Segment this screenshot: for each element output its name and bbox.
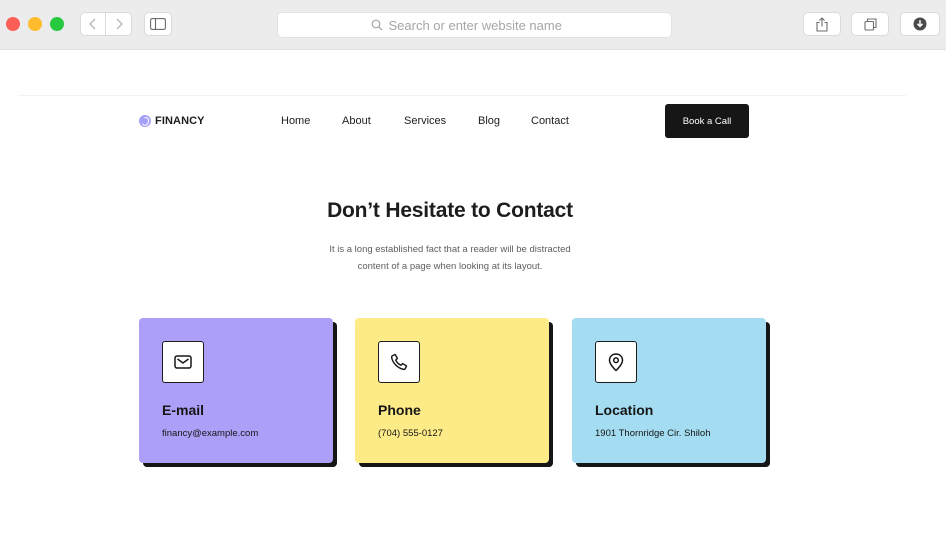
back-icon: [89, 18, 96, 30]
web-page: FINANCY Home About Services Blog Contact…: [0, 51, 946, 538]
logo-text: FINANCY: [155, 115, 205, 127]
map-pin-icon-box: [595, 341, 637, 383]
share-button[interactable]: [803, 12, 841, 36]
download-icon: [913, 17, 927, 31]
address-input[interactable]: [388, 17, 579, 33]
close-window-button[interactable]: [6, 17, 20, 31]
phone-card: Phone (704) 555-0127: [355, 318, 549, 463]
hero-text-line-2: content of a page when looking at its la…: [357, 261, 543, 272]
phone-value[interactable]: (704) 555-0127: [378, 428, 443, 439]
nav-home[interactable]: Home: [281, 115, 310, 127]
hero-description: It is a long established fact that a rea…: [300, 241, 600, 275]
phone-icon: [390, 353, 408, 371]
maximize-window-button[interactable]: [50, 17, 64, 31]
minimize-window-button[interactable]: [28, 17, 42, 31]
top-divider: [18, 95, 906, 96]
email-title: E-mail: [162, 402, 205, 418]
phone-icon-box: [378, 341, 420, 383]
nav-blog[interactable]: Blog: [478, 115, 500, 127]
address-bar[interactable]: [277, 12, 672, 38]
hero-text-line-1: It is a long established fact that a rea…: [329, 244, 571, 255]
page-title: Don’t Hesitate to Contact: [327, 199, 573, 222]
nav-about[interactable]: About: [342, 115, 371, 127]
downloads-button[interactable]: [900, 12, 940, 36]
nav-services[interactable]: Services: [404, 115, 446, 127]
share-icon: [816, 16, 828, 32]
email-value[interactable]: financy@example.com: [162, 428, 258, 439]
logo-icon: [139, 115, 151, 127]
phone-title: Phone: [378, 402, 421, 418]
back-button[interactable]: [80, 12, 106, 36]
sidebar-toggle-button[interactable]: [144, 12, 172, 36]
forward-icon: [116, 18, 123, 30]
location-card: Location 1901 Thornridge Cir. Shiloh: [572, 318, 766, 463]
search-icon: [371, 19, 382, 31]
nav-contact[interactable]: Contact: [531, 115, 569, 127]
forward-button[interactable]: [106, 12, 132, 36]
map-pin-icon: [608, 352, 624, 372]
book-call-button[interactable]: Book a Call: [665, 104, 749, 138]
email-card: E-mail financy@example.com: [139, 318, 333, 463]
mail-icon: [174, 355, 192, 369]
browser-toolbar: [0, 0, 946, 50]
mail-icon-box: [162, 341, 204, 383]
tabs-icon: [863, 17, 877, 31]
sidebar-icon: [150, 18, 166, 30]
location-value[interactable]: 1901 Thornridge Cir. Shiloh: [595, 428, 710, 439]
tabs-overview-button[interactable]: [851, 12, 889, 36]
site-logo[interactable]: FINANCY: [139, 115, 205, 127]
location-title: Location: [595, 402, 654, 418]
